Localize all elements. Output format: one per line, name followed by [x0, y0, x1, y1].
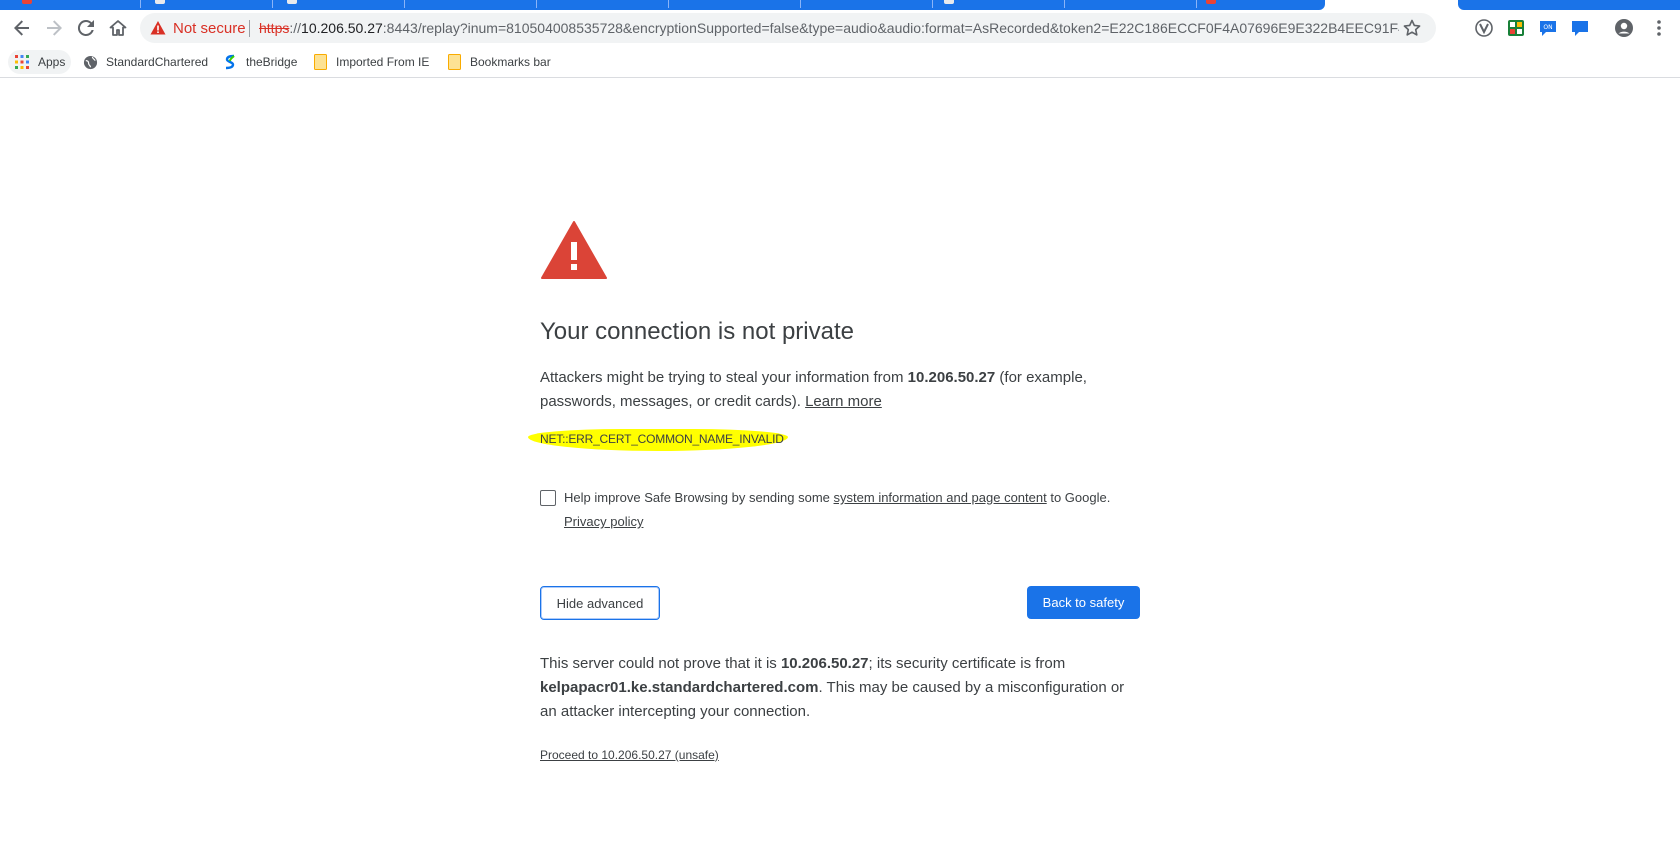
main-message: Attackers might be trying to steal your … [540, 366, 1140, 414]
spreadsheet-icon [1508, 20, 1524, 36]
globe-icon [82, 54, 98, 70]
bookmarks-bar: Apps StandardChartered theBridge Importe… [0, 46, 1680, 78]
details-host: 10.206.50.27 [780, 655, 869, 672]
page-title: Your connection is not private [540, 318, 854, 345]
tab-separator [1196, 0, 1197, 8]
browser-menu-button[interactable] [1648, 17, 1670, 39]
back-button[interactable] [8, 14, 36, 42]
inactive-tabs-right[interactable] [1458, 0, 1680, 10]
bookmark-star-icon[interactable] [1402, 18, 1422, 38]
url-path: :8443/replay?inum=810504008535728&encryp… [382, 20, 1399, 36]
sb-prefix: Help improve Safe Browsing by sending so… [564, 490, 834, 505]
arrow-left-icon [14, 20, 29, 36]
sheets-extension[interactable] [1505, 17, 1527, 39]
bookmark-thebridge[interactable]: theBridge [216, 50, 303, 74]
tab-separator [140, 0, 141, 8]
tab-favicon [1206, 0, 1216, 4]
url-scheme: https [259, 20, 290, 36]
bookmark-bookmarks-bar[interactable]: Bookmarks bar [440, 50, 557, 74]
menu-kebab-icon [1657, 20, 1661, 36]
address-bar[interactable]: Not secure https://10.206.50.27:8443/rep… [140, 13, 1436, 43]
folder-icon [312, 54, 328, 70]
chat-extension[interactable]: ON [1537, 17, 1559, 39]
error-code-highlight: NET::ERR_CERT_COMMON_NAME_INVALID [528, 426, 788, 454]
tab-separator [800, 0, 801, 8]
bookmark-label: Imported From IE [336, 55, 430, 69]
inactive-tabs[interactable] [0, 0, 1325, 10]
tab-favicon [155, 0, 165, 4]
url-text[interactable]: https://10.206.50.27:8443/replay?inum=81… [259, 20, 1399, 36]
explain-prefix: Attackers might be trying to steal your … [540, 369, 908, 386]
bookmark-label: Apps [38, 55, 66, 69]
not-secure-label[interactable]: Not secure [173, 20, 246, 37]
warning-triangle-icon [541, 221, 607, 279]
learn-more-link[interactable]: Learn more [805, 393, 882, 410]
tab-separator [536, 0, 537, 8]
arrow-right-icon [47, 20, 62, 36]
tab-separator [668, 0, 669, 8]
omnibox-divider [249, 20, 250, 37]
details-prefix: This server could not prove that it is [540, 655, 781, 672]
bookmark-label: Bookmarks bar [470, 55, 551, 69]
home-icon [109, 20, 127, 36]
explain-host: 10.206.50.27 [907, 369, 996, 386]
details-mid: ; its security certificate is from [868, 655, 1066, 672]
bookmark-imported-from-ie[interactable]: Imported From IE [306, 50, 435, 74]
back-to-safety-button[interactable]: Back to safety [1027, 586, 1140, 619]
tab-strip [0, 0, 1680, 10]
vivaldi-v-icon [1475, 19, 1493, 37]
error-code[interactable]: NET::ERR_CERT_COMMON_NAME_INVALID [540, 432, 784, 446]
bookmark-apps[interactable]: Apps [8, 50, 72, 74]
system-info-link[interactable]: system information and page content [834, 490, 1047, 505]
url-separator: :// [289, 20, 302, 36]
account-icon [1615, 19, 1633, 37]
safe-browsing-text: Help improve Safe Browsing by sending so… [564, 486, 1140, 534]
bookmark-standardchartered[interactable]: StandardChartered [76, 50, 214, 74]
reload-icon [77, 19, 94, 36]
url-host: 10.206.50.27 [301, 20, 383, 36]
forward-button[interactable] [40, 14, 68, 42]
tab-separator [272, 0, 273, 8]
details-message: This server could not prove that it is 1… [540, 652, 1140, 724]
tab-separator [404, 0, 405, 8]
chat-bubble-icon: ON [1540, 21, 1556, 36]
tab-favicon [287, 0, 297, 4]
proceed-unsafe-link[interactable]: Proceed to 10.206.50.27 (unsafe) [540, 748, 719, 762]
tab-separator [932, 0, 933, 8]
standardchartered-logo-icon [222, 54, 238, 70]
svg-text:ON: ON [1543, 24, 1552, 31]
vivaldi-extension[interactable] [1473, 17, 1495, 39]
safe-browsing-checkbox[interactable] [540, 490, 556, 506]
warning-triangle-icon[interactable] [150, 20, 166, 36]
bookmark-label: theBridge [246, 55, 298, 69]
home-button[interactable] [104, 14, 132, 42]
tab-separator [1064, 0, 1065, 8]
details-cert-host: kelpapacr01.ke.standardchartered.com [540, 679, 819, 696]
profile-button[interactable] [1613, 17, 1635, 39]
browser-toolbar: Not secure https://10.206.50.27:8443/rep… [0, 10, 1680, 46]
bookmark-label: StandardChartered [106, 55, 209, 69]
tab-favicon [22, 0, 32, 4]
tab-favicon [944, 0, 954, 4]
message-extension[interactable] [1569, 17, 1591, 39]
apps-grid-icon [14, 54, 30, 70]
sb-suffix: to Google. [1046, 490, 1111, 505]
reload-button[interactable] [72, 14, 100, 42]
folder-icon [446, 54, 462, 70]
message-icon [1572, 21, 1588, 36]
hide-advanced-button[interactable]: Hide advanced [540, 586, 660, 620]
privacy-policy-link[interactable]: Privacy policy [564, 514, 643, 529]
